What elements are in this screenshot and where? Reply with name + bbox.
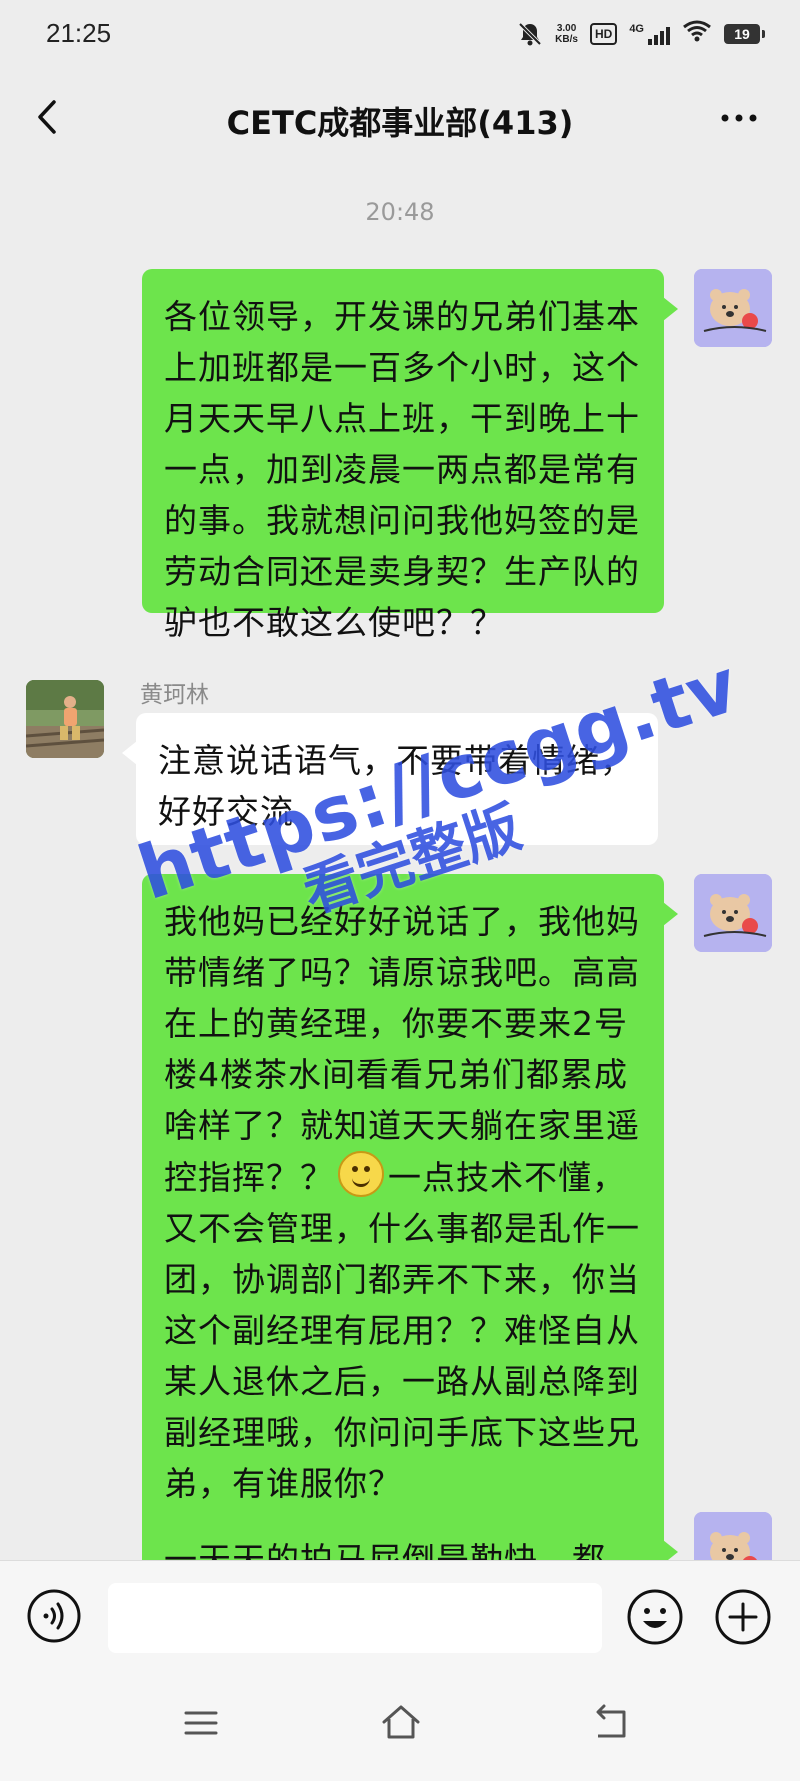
hd-icon: HD bbox=[589, 22, 618, 45]
my-avatar[interactable] bbox=[694, 1512, 772, 1560]
status-time: 21:25 bbox=[46, 18, 112, 48]
bear-avatar-icon bbox=[694, 269, 772, 347]
net-speed-unit: KB/s bbox=[555, 33, 578, 45]
more-button[interactable] bbox=[714, 98, 764, 138]
message-text: 注意说话语气，不要带着情绪，好好交流 bbox=[158, 741, 634, 831]
signal-label: 4G bbox=[629, 22, 644, 35]
message-input[interactable] bbox=[108, 1583, 602, 1653]
other-message-bubble[interactable]: 注意说话语气，不要带着情绪，好好交流 bbox=[122, 713, 658, 845]
voice-button[interactable] bbox=[26, 1588, 82, 1644]
message-text: 一天天的拍马屁倒是勤快，都 bbox=[164, 1540, 606, 1560]
bear-avatar-icon bbox=[694, 874, 772, 952]
my-avatar[interactable] bbox=[694, 269, 772, 347]
person-photo-avatar bbox=[26, 680, 104, 758]
my-message-bubble[interactable]: 我他妈已经好好说话了，我他妈带情绪了吗？请原谅我吧。高高在上的黄经理，你要不要来… bbox=[142, 874, 678, 1560]
plus-circle-icon bbox=[715, 1589, 771, 1645]
emoji-icon bbox=[627, 1589, 683, 1645]
voice-icon bbox=[27, 1589, 81, 1643]
my-avatar[interactable] bbox=[694, 874, 772, 952]
signal-icon: 4G bbox=[629, 23, 670, 45]
add-button[interactable] bbox=[714, 1588, 772, 1646]
message-timestamp: 20:48 bbox=[365, 198, 435, 226]
my-message-bubble[interactable]: 各位领导，开发课的兄弟们基本上加班都是一百多个小时，这个月天天早八点上班，干到晚… bbox=[142, 269, 678, 642]
mute-icon bbox=[517, 21, 543, 47]
chat-header: CETC成都事业部(413) bbox=[0, 72, 800, 164]
net-speed-value: 3.00 bbox=[556, 22, 577, 34]
status-bar: 21:25 3.00 KB/s HD 4G 19 bbox=[0, 0, 800, 72]
more-dots-icon bbox=[721, 114, 757, 122]
input-bar bbox=[0, 1560, 800, 1671]
back-arrow-icon bbox=[596, 1704, 626, 1738]
message-text: 各位领导，开发课的兄弟们基本上加班都是一百多个小时，这个月天天早八点上班，干到晚… bbox=[164, 297, 640, 642]
recent-apps-button[interactable] bbox=[176, 1698, 226, 1748]
chat-messages[interactable]: 20:48 各位领导，开发课的兄弟们基本上加班都是一百多个小时，这个月天天早八点… bbox=[0, 164, 800, 1560]
battery-icon: 19 bbox=[724, 23, 765, 44]
message-text-continued: 一点技术不懂，又不会管理，什么事都是乱作一团，协调部门都弄不下来，你当这个副经理… bbox=[164, 1158, 640, 1503]
status-icons: 3.00 KB/s HD 4G 19 bbox=[517, 20, 765, 47]
sender-name: 黄珂林 bbox=[140, 682, 209, 708]
home-button[interactable] bbox=[376, 1698, 426, 1748]
bear-avatar-icon bbox=[694, 1512, 772, 1560]
smile-emoji-icon bbox=[338, 1151, 384, 1197]
system-navigation-bar bbox=[0, 1670, 800, 1781]
chat-title: CETC成都事业部(413) bbox=[226, 104, 574, 142]
net-speed: 3.00 KB/s bbox=[555, 23, 578, 45]
system-back-button[interactable] bbox=[586, 1698, 636, 1748]
sender-avatar[interactable] bbox=[26, 680, 104, 758]
menu-icon bbox=[184, 1711, 218, 1735]
wifi-icon bbox=[682, 20, 712, 47]
home-icon bbox=[382, 1705, 420, 1739]
my-message-bubble[interactable]: 一天天的拍马屁倒是勤快，都 bbox=[142, 1512, 678, 1560]
message-text: 我他妈已经好好说话了，我他妈带情绪了吗？请原谅我吧。高高在上的黄经理，你要不要来… bbox=[164, 902, 640, 1197]
emoji-button[interactable] bbox=[626, 1588, 684, 1646]
